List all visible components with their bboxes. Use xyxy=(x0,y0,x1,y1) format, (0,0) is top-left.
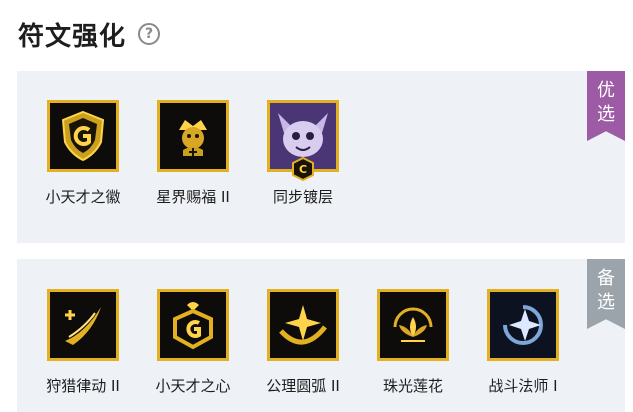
rune-item[interactable]: 公理圆弧 II xyxy=(253,289,353,396)
rune-item[interactable]: 小天才之心 xyxy=(143,289,243,396)
battle-mage-icon xyxy=(487,289,559,361)
rune-label: 公理圆弧 II xyxy=(266,377,340,395)
alternate-section: 备选 狩猎律动 II 小天才之心 公理圆弧 II 珠光莲花 战斗法师 I xyxy=(17,259,625,412)
rune-item[interactable]: 珠光莲花 xyxy=(363,289,463,396)
rune-label: 星界赐福 II xyxy=(156,188,230,206)
rune-label: 珠光莲花 xyxy=(382,377,443,395)
rune-item[interactable]: 战斗法师 I xyxy=(473,289,573,396)
page-title: 符文强化 xyxy=(18,21,127,52)
preferred-section: 优选 小天才之徽 星界赐福 II C 同步镀层 xyxy=(17,71,625,243)
rune-item[interactable]: 小天才之徽 xyxy=(33,100,133,207)
shield-g-icon xyxy=(47,100,119,172)
rune-label: 狩猎律动 II xyxy=(46,377,120,395)
rune-label: 战斗法师 I xyxy=(488,377,558,395)
rune-item[interactable]: C 同步镀层 xyxy=(253,100,353,207)
rune-item[interactable]: 星界赐福 II xyxy=(143,100,243,207)
yordle-portrait-icon: C xyxy=(267,100,339,181)
rune-label: 小天才之徽 xyxy=(45,188,121,206)
page-header: 符文强化 ? xyxy=(18,14,161,54)
rune-item[interactable]: 狩猎律动 II xyxy=(33,289,133,396)
astral-blessing-icon xyxy=(157,100,229,172)
genius-heart-icon xyxy=(157,289,229,361)
svg-text:C: C xyxy=(299,163,307,176)
alternate-tag: 备选 xyxy=(587,259,625,329)
preferred-tag: 优选 xyxy=(587,71,625,141)
axiom-arc-icon xyxy=(267,289,339,361)
badge-c-icon: C xyxy=(292,157,314,181)
question-circle-icon[interactable]: ? xyxy=(138,23,161,45)
rune-label: 同步镀层 xyxy=(272,188,333,206)
rune-label: 小天才之心 xyxy=(155,377,231,395)
hunting-rhythm-icon xyxy=(47,289,119,361)
pearl-lotus-icon xyxy=(377,289,449,361)
